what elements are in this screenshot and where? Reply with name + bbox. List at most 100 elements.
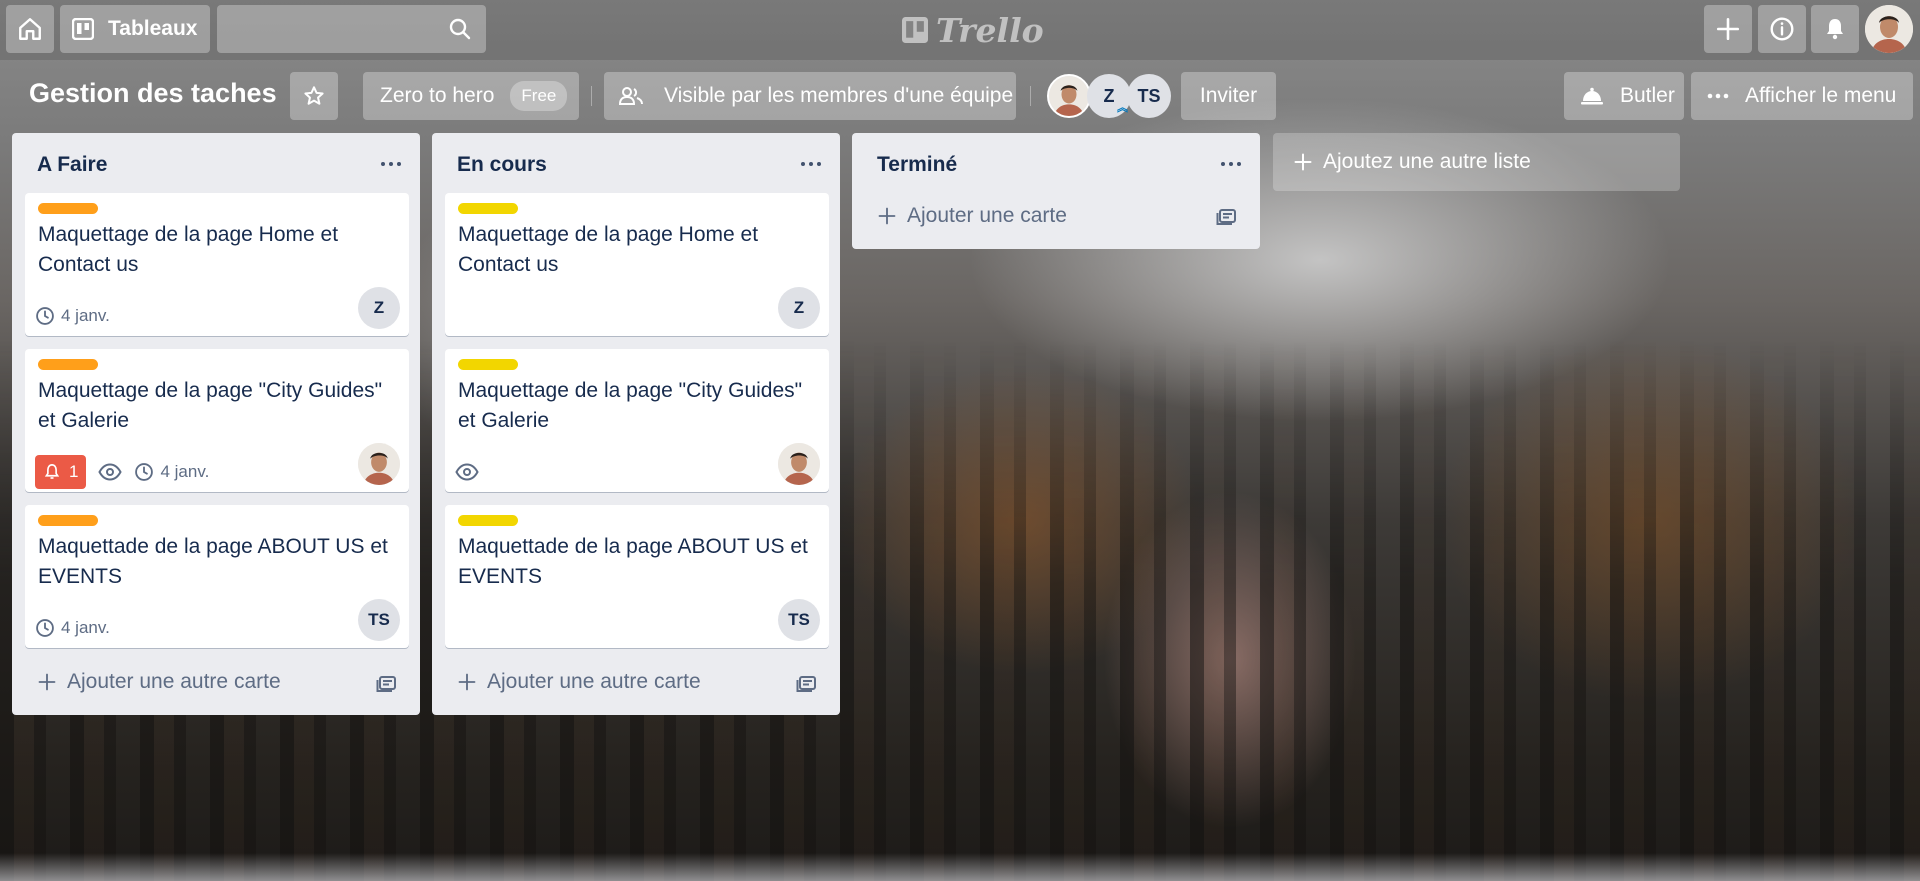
plus-icon: [458, 673, 476, 691]
invite-button[interactable]: Inviter: [1181, 72, 1276, 120]
clock-icon: [135, 463, 154, 481]
card[interactable]: Maquettade de la page ABOUT US et EVENTS…: [25, 505, 409, 648]
card[interactable]: Maquettage de la page "City Guides" et G…: [25, 349, 409, 492]
card-title: Maquettage de la page Home et Contact us: [458, 223, 759, 276]
card-label-orange[interactable]: [38, 203, 98, 214]
boards-button[interactable]: Tableaux: [60, 5, 210, 53]
due-date-badge[interactable]: 4 janv.: [35, 618, 110, 638]
add-card-label: Ajouter une autre carte: [487, 670, 701, 693]
butler-button[interactable]: Butler: [1564, 72, 1684, 120]
menu-label: Afficher le menu: [1745, 84, 1897, 107]
notification-badge[interactable]: 1: [35, 455, 87, 489]
card-label-orange[interactable]: [38, 515, 98, 526]
card-title: Maquettage de la page "City Guides" et G…: [38, 379, 383, 432]
board-icon: [72, 18, 94, 40]
card-label-yellow[interactable]: [458, 359, 518, 370]
avatar-photo-icon: [778, 443, 820, 485]
member-avatar-photo[interactable]: [1047, 74, 1091, 118]
bell-icon: [44, 464, 60, 479]
list-title[interactable]: A Faire: [37, 153, 107, 177]
user-avatar[interactable]: [1865, 5, 1913, 53]
list-a-faire: A Faire Maquettage de la page Home et Co…: [12, 133, 420, 715]
template-icon[interactable]: [796, 672, 818, 694]
info-button[interactable]: [1758, 5, 1806, 53]
card-label-yellow[interactable]: [458, 515, 518, 526]
plus-icon: [38, 673, 56, 691]
add-list-button[interactable]: Ajoutez une autre liste: [1273, 133, 1680, 191]
card[interactable]: Maquettage de la page Home et Contact us…: [445, 193, 829, 336]
top-header: Tableaux Trello: [0, 0, 1920, 60]
visibility-label: Visible par les membres d'une équipe: [664, 84, 1014, 107]
card-title: Maquettage de la page Home et Contact us: [38, 223, 339, 276]
card[interactable]: Maquettade de la page ABOUT US et EVENTS…: [445, 505, 829, 648]
card-badges: [455, 455, 479, 489]
list-menu-button[interactable]: [376, 153, 406, 175]
create-button[interactable]: [1704, 5, 1752, 53]
card-member-photo[interactable]: [778, 443, 820, 485]
add-list-label: Ajoutez une autre liste: [1323, 150, 1531, 173]
card-member-z[interactable]: Z: [778, 287, 820, 329]
member-avatar-ts[interactable]: TS: [1127, 74, 1171, 118]
team-button[interactable]: Zero to hero Free: [363, 72, 579, 120]
list-header[interactable]: Terminé: [852, 133, 1260, 193]
show-menu-button[interactable]: Afficher le menu: [1691, 72, 1913, 120]
avatar-photo-icon: [358, 443, 400, 485]
star-icon: [304, 86, 324, 105]
logo-text: Trello: [936, 10, 1044, 50]
list-en-cours: En cours Maquettage de la page Home et C…: [432, 133, 840, 715]
watching-badge: [455, 463, 479, 481]
add-card-label: Ajouter une autre carte: [67, 670, 281, 693]
board-title[interactable]: Gestion des taches: [29, 78, 277, 109]
card-member-photo[interactable]: [358, 443, 400, 485]
card-label-yellow[interactable]: [458, 203, 518, 214]
home-button[interactable]: [6, 5, 54, 53]
notification-count: 1: [69, 462, 79, 481]
card-member-ts[interactable]: TS: [778, 599, 820, 641]
list-menu-button[interactable]: [796, 153, 826, 175]
header-divider: [1030, 86, 1031, 106]
team-visibility-icon: [618, 87, 643, 105]
template-icon[interactable]: [376, 672, 398, 694]
more-icon: [1707, 93, 1729, 99]
admin-chevron-icon: ︽: [1117, 102, 1128, 114]
list-menu-button[interactable]: [1216, 153, 1246, 175]
card[interactable]: Maquettage de la page "City Guides" et G…: [445, 349, 829, 492]
watching-badge: [98, 463, 123, 481]
due-date-badge[interactable]: 4 janv.: [35, 306, 110, 326]
butler-icon: [1581, 87, 1603, 105]
info-icon: [1770, 17, 1794, 41]
eye-icon: [98, 463, 123, 481]
add-card-label: Ajouter une carte: [907, 204, 1067, 227]
list-title[interactable]: Terminé: [877, 153, 957, 177]
card[interactable]: Maquettage de la page Home et Contact us…: [25, 193, 409, 336]
trello-logo[interactable]: Trello: [902, 10, 1044, 50]
avatar-photo-icon: [1049, 76, 1089, 116]
due-date: 4 janv.: [160, 462, 210, 481]
due-date: 4 janv.: [61, 618, 110, 637]
star-board-button[interactable]: [290, 72, 338, 120]
plan-badge: Free: [510, 81, 568, 111]
list-title[interactable]: En cours: [457, 153, 547, 177]
due-date-badge[interactable]: 4 janv.: [134, 462, 209, 482]
card-title: Maquettade de la page ABOUT US et EVENTS: [458, 535, 808, 588]
card-member-ts[interactable]: TS: [358, 599, 400, 641]
plus-icon: [878, 207, 896, 225]
search-icon: [449, 18, 471, 40]
card-label-orange[interactable]: [38, 359, 98, 370]
add-card-button[interactable]: Ajouter une carte: [877, 199, 1067, 233]
template-icon[interactable]: [1216, 205, 1238, 227]
clock-icon: [36, 307, 54, 325]
home-icon: [19, 18, 41, 40]
card-member-z[interactable]: Z: [358, 287, 400, 329]
visibility-button[interactable]: Visible par les membres d'une équipe: [604, 72, 1016, 120]
search-input[interactable]: [217, 5, 486, 53]
add-card-button[interactable]: Ajouter une autre carte: [457, 665, 701, 699]
add-card-button[interactable]: Ajouter une autre carte: [37, 665, 281, 699]
card-title: Maquettage de la page "City Guides" et G…: [458, 379, 803, 432]
list-header[interactable]: A Faire: [12, 133, 420, 193]
notifications-button[interactable]: [1811, 5, 1859, 53]
plus-icon: [1716, 17, 1740, 41]
list-header[interactable]: En cours: [432, 133, 840, 193]
bell-icon: [1827, 19, 1843, 40]
butler-label: Butler: [1620, 84, 1675, 107]
